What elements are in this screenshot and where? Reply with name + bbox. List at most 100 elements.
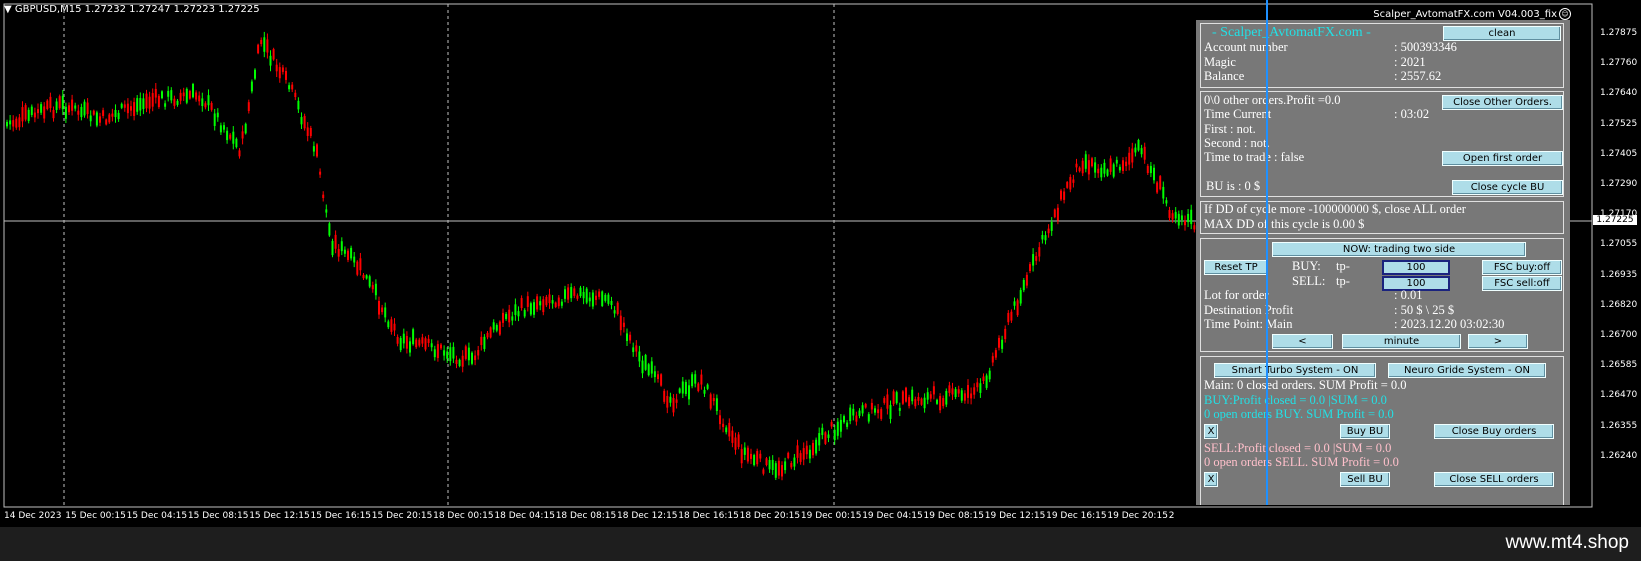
candle-body — [567, 287, 570, 300]
candle-body — [9, 120, 12, 125]
candle-body — [278, 67, 281, 79]
candle-body — [390, 319, 393, 332]
neuro-grid-system-button[interactable]: Neuro Gride System - ON — [1388, 363, 1546, 378]
candle-body — [303, 115, 306, 129]
time-point-label: Time Point: Main — [1204, 317, 1293, 331]
candle-body — [223, 125, 225, 130]
account-number-label: Account number — [1204, 40, 1288, 54]
candle-body — [573, 288, 576, 296]
buy-open-text: 0 open orders BUY. SUM Profit = 0.0 — [1204, 407, 1394, 421]
candle-body — [675, 399, 678, 403]
price-tick-label: 1.26585 — [1600, 360, 1638, 371]
close-other-orders-button[interactable]: Close Other Orders. — [1442, 95, 1563, 110]
time-point-value: : 2023.12.20 03:02:30 — [1394, 317, 1505, 331]
candle-body — [192, 83, 194, 98]
smart-turbo-system-button[interactable]: Smart Turbo System - ON — [1214, 363, 1376, 378]
buy-close-x-button[interactable]: X — [1204, 424, 1218, 439]
footer-brand: www.mt4.shop — [1505, 532, 1629, 553]
candle-body — [455, 359, 458, 364]
candle-body — [613, 310, 616, 314]
candle-body — [784, 461, 787, 471]
candle-body — [257, 44, 260, 54]
symbol-text: GBPUSD,M15 1.27232 1.27247 1.27223 1.272… — [14, 4, 260, 15]
reset-tp-button[interactable]: Reset TP — [1204, 260, 1268, 275]
candle-body — [95, 112, 98, 126]
buy-tp-input[interactable]: 100 — [1382, 260, 1450, 275]
candle-body — [719, 415, 721, 425]
candle-body — [545, 296, 548, 306]
fsc-buy-button[interactable]: FSC buy:off — [1482, 260, 1562, 275]
sell-close-x-button[interactable]: X — [1204, 472, 1218, 487]
candle-body — [105, 119, 108, 125]
time-point-prev-button[interactable]: < — [1272, 334, 1333, 349]
sell-bu-button[interactable]: Sell BU — [1340, 472, 1390, 487]
close-buy-orders-button[interactable]: Close Buy orders — [1434, 424, 1554, 439]
candle-body — [505, 313, 508, 319]
candle-body — [46, 100, 49, 109]
candle-body — [796, 445, 799, 458]
candle-body — [1149, 165, 1152, 174]
sell-label: SELL: — [1292, 274, 1326, 288]
candle-body — [291, 84, 294, 90]
candle-body — [374, 283, 377, 296]
candle-body — [275, 64, 278, 72]
candle-body — [300, 117, 303, 125]
time-tick-label: 19 Dec 12:15 — [984, 511, 1046, 521]
candle-body — [1075, 163, 1078, 168]
candle-body — [130, 106, 132, 111]
time-to-trade-status: Time to trade : false — [1204, 150, 1305, 164]
candle-body — [849, 407, 852, 422]
candle-body — [781, 465, 783, 477]
candle-body — [1044, 235, 1047, 241]
candle-body — [1087, 160, 1090, 175]
time-tick-label: 19 Dec 16:15 — [1046, 511, 1107, 521]
candle-body — [86, 102, 89, 115]
vertical-cursor-line[interactable] — [1266, 0, 1268, 505]
candle-body — [210, 103, 213, 110]
candle-body — [570, 287, 573, 299]
candle-body — [254, 69, 256, 79]
candle-body — [412, 329, 415, 345]
candle-body — [430, 343, 433, 348]
candle-body — [892, 391, 895, 405]
candle-body — [1177, 213, 1180, 226]
candle-body — [957, 389, 960, 394]
candle-body — [1053, 209, 1056, 218]
candle-body — [728, 422, 731, 437]
candle-body — [340, 241, 343, 252]
close-cycle-bu-button[interactable]: Close cycle BU — [1452, 180, 1563, 195]
trading-mode-button[interactable]: NOW: trading two side — [1272, 242, 1526, 257]
dropdown-triangle-icon[interactable]: ▼ — [4, 4, 12, 15]
candle-body — [657, 374, 659, 380]
candle-body — [1134, 147, 1137, 153]
candle-body — [368, 276, 371, 287]
buy-bu-button[interactable]: Buy BU — [1340, 424, 1390, 439]
close-sell-orders-button[interactable]: Close SELL orders — [1434, 472, 1554, 487]
candle-body — [858, 410, 861, 416]
smiley-face-icon: ☺ — [1559, 8, 1571, 20]
clean-button[interactable]: clean — [1443, 26, 1561, 41]
second-order-status: Second : not. — [1204, 136, 1270, 150]
candle-body — [235, 138, 238, 148]
time-period-button[interactable]: minute — [1342, 334, 1461, 349]
time-point-next-button[interactable]: > — [1468, 334, 1528, 349]
buy-closed-text: BUY:Profit closed = 0.0 |SUM = 0.0 — [1204, 393, 1387, 407]
candle-body — [238, 150, 241, 157]
candle-body — [973, 387, 976, 395]
candle-body — [359, 258, 362, 271]
candle-body — [486, 332, 489, 338]
candle-body — [647, 364, 650, 376]
candle-body — [824, 432, 827, 444]
time-tick-label: 18 Dec 08:15 — [555, 511, 617, 521]
fsc-sell-button[interactable]: FSC sell:off — [1482, 276, 1562, 291]
candle-body — [120, 103, 123, 108]
open-first-order-button[interactable]: Open first order — [1442, 151, 1563, 166]
time-tick-label: 15 Dec 16:15 — [310, 511, 372, 521]
candle-body — [706, 384, 709, 389]
candle-body — [247, 102, 250, 111]
candle-body — [316, 144, 318, 157]
current-price-tag: 1.27225 — [1593, 215, 1637, 225]
candle-body — [27, 109, 30, 121]
candle-body — [514, 304, 517, 315]
candle-body — [402, 333, 405, 344]
